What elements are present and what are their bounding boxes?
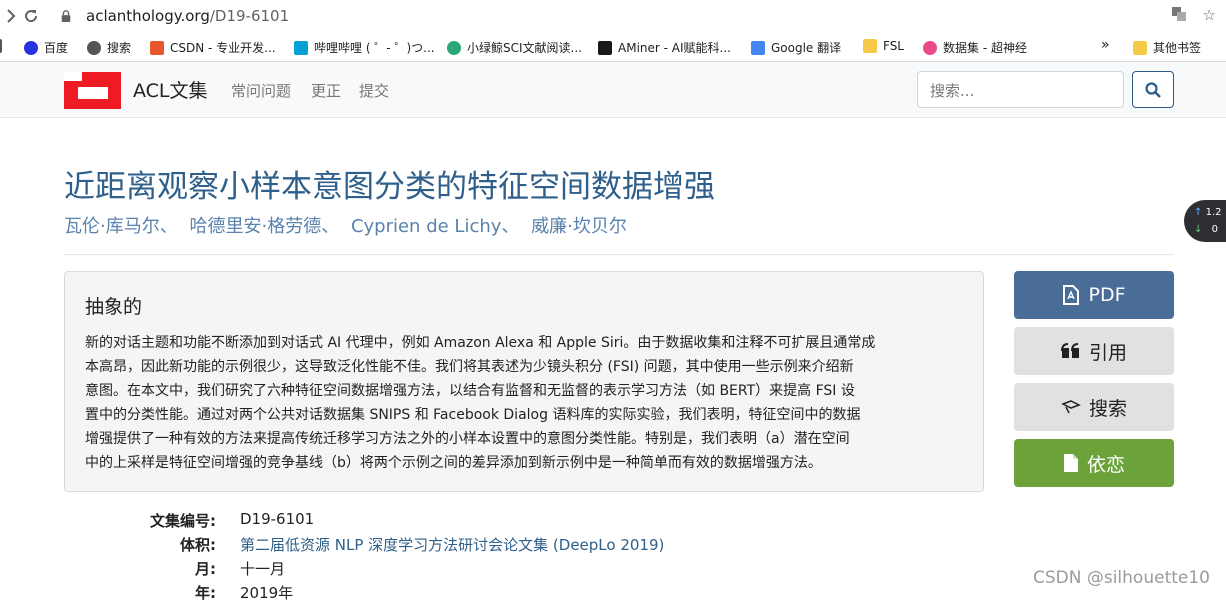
bookmark-item[interactable]: 小绿鲸SCI文献阅读... [447,39,582,56]
folder-icon [863,39,877,53]
author-link[interactable]: 威廉·坎贝尔 [531,216,627,237]
bookmark-item[interactable]: AMiner - AI赋能科... [598,39,731,56]
pdf-file-icon [1063,285,1080,305]
author-link[interactable]: Cyprien de Lichy、 [351,216,519,237]
quote-icon [1060,343,1079,358]
url-host: aclanthology.org [86,7,210,25]
network-speed-widget[interactable]: ↑ 1.2 ↓ 0 [1184,200,1226,242]
apps-icon [0,39,2,53]
globe-icon [87,40,101,55]
bookmarks-bar: 百度 搜索 CSDN - 专业开发... 哔哩哔哩 ( ゜- ゜)つ... 小绿… [0,32,1226,62]
acl-logo[interactable] [64,72,121,109]
search-input[interactable]: 搜索... [917,71,1124,108]
translate-page-icon[interactable] [1171,6,1187,26]
author-link[interactable]: 瓦伦·库马尔、 [64,216,178,237]
site-header: ACL文集 常问问题 更正 提交 搜索... [0,62,1226,118]
search-button[interactable] [1132,71,1174,108]
search-related-button[interactable]: 搜索 [1014,383,1174,431]
browser-toolbar: aclanthology.org/D19-6101 ☆ [0,0,1226,32]
nav-corrections[interactable]: 更正 [311,80,341,101]
hyperai-icon [923,40,937,55]
bookmark-item[interactable]: 数据集 - 超神经 [923,39,1027,56]
divider [64,254,1174,255]
nav-faq[interactable]: 常问问题 [231,80,291,101]
volume-link[interactable]: 第二届低资源 NLP 深度学习方法研讨会论文集 (DeepLo 2019) [240,534,664,555]
arrow-down-icon: ↓ [1194,224,1203,235]
site-brand[interactable]: ACL文集 [133,76,208,103]
author-link[interactable]: 哈德里安·格劳德、 [189,216,339,237]
translate-icon [751,40,765,55]
bookmark-item[interactable]: FSL [863,39,904,53]
bookmark-item[interactable]: 搜索 [87,39,131,56]
paw-icon [24,40,38,55]
bilibili-icon [294,40,308,55]
search-scholar-icon [1061,400,1081,414]
abstract-card: 抽象的 新的对话主题和功能不断添加到对话式 AI 代理中，例如 Amazon A… [64,271,984,492]
watermark: CSDN @silhouette10 [1032,568,1210,588]
address-bar[interactable]: aclanthology.org/D19-6101 [60,4,289,28]
pdf-button[interactable]: PDF [1014,271,1174,319]
folder-icon [1133,40,1147,55]
cite-button[interactable]: 引用 [1014,327,1174,375]
paper-title: 近距离观察小样本意图分类的特征空间数据增强 [64,169,715,205]
lock-icon [61,10,71,22]
reload-icon[interactable] [20,5,42,27]
star-icon[interactable]: ☆ [1203,6,1216,26]
more-bookmarks-button[interactable]: » [1101,37,1110,53]
arrow-up-icon: ↑ [1194,207,1203,218]
dependency-button[interactable]: 依恋 [1014,439,1174,487]
url-path: /D19-6101 [209,7,290,25]
bookmark-item[interactable]: 哔哩哔哩 ( ゜- ゜)つ... [294,39,435,56]
abstract-heading: 抽象的 [85,296,143,318]
whale-icon [447,40,461,55]
file-icon [1063,454,1078,472]
author-list: 瓦伦·库马尔、 哈德里安·格劳德、 Cyprien de Lichy、 威廉·坎… [64,212,627,238]
aminer-icon [598,40,612,55]
bookmark-item[interactable]: Google 翻译 [751,39,841,56]
csdn-icon [150,40,164,55]
abstract-text: 新的对话主题和功能不断添加到对话式 AI 代理中，例如 Amazon Alexa… [85,335,876,471]
bookmark-item[interactable]: CSDN - 专业开发... [150,39,276,56]
search-icon [1145,81,1161,98]
bookmark-item[interactable]: 百度 [24,39,68,56]
bookmark-folder-other[interactable]: 其他书签 [1133,39,1201,56]
nav-submit[interactable]: 提交 [359,80,389,101]
forward-icon[interactable] [0,5,22,27]
bookmark-stub[interactable] [0,39,2,53]
